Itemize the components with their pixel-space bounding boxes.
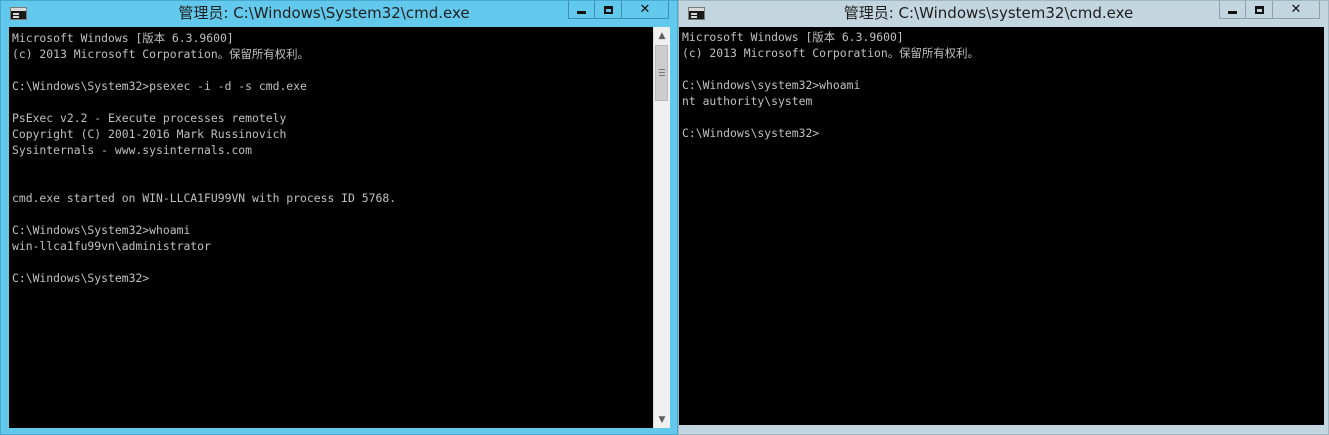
console-text: Microsoft Windows [版本 6.3.9600] (c) 2013… xyxy=(12,31,397,285)
minimize-button[interactable] xyxy=(1219,1,1246,19)
grip-line xyxy=(659,69,665,70)
console-output[interactable]: Microsoft Windows [版本 6.3.9600] (c) 2013… xyxy=(679,27,1324,425)
close-button[interactable]: ✕ xyxy=(1273,1,1320,19)
maximize-icon xyxy=(603,5,613,14)
grip-line xyxy=(659,72,665,73)
title-bar[interactable]: 管理员: C:\Windows\system32\cmd.exe ✕ xyxy=(679,1,1328,27)
scrollbar-thumb[interactable] xyxy=(655,45,668,101)
vertical-scrollbar[interactable]: ▲ ▼ xyxy=(653,27,670,428)
cmd-window-left[interactable]: 管理员: C:\Windows\System32\cmd.exe ✕ Micro… xyxy=(0,0,678,435)
title-bar[interactable]: 管理员: C:\Windows\System32\cmd.exe ✕ xyxy=(1,1,677,27)
minimize-icon xyxy=(577,11,586,14)
grip-line xyxy=(659,75,665,76)
console-output[interactable]: Microsoft Windows [版本 6.3.9600] (c) 2013… xyxy=(9,27,653,428)
close-icon: ✕ xyxy=(1290,2,1302,17)
cmd-window-right[interactable]: 管理员: C:\Windows\system32\cmd.exe ✕ Micro… xyxy=(678,0,1329,435)
scroll-up-arrow-icon[interactable]: ▲ xyxy=(654,27,670,44)
maximize-icon xyxy=(1254,5,1264,14)
maximize-button[interactable] xyxy=(595,1,622,19)
scroll-down-arrow-icon[interactable]: ▼ xyxy=(654,411,670,428)
minimize-button[interactable] xyxy=(568,1,595,19)
window-controls: ✕ xyxy=(1219,1,1320,20)
minimize-icon xyxy=(1228,11,1237,14)
console-text: Microsoft Windows [版本 6.3.9600] (c) 2013… xyxy=(682,30,979,140)
maximize-button[interactable] xyxy=(1246,1,1273,19)
